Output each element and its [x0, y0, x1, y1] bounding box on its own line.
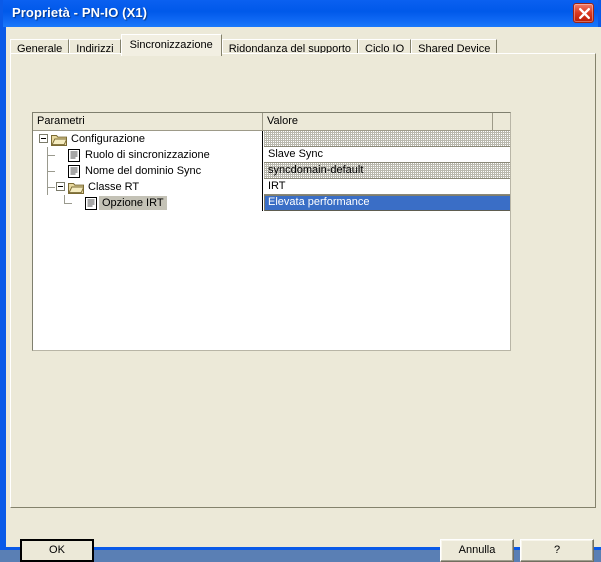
parameter-cell[interactable]: Ruolo di sincronizzazione — [33, 147, 263, 163]
value-cell[interactable]: syncdomain-default — [264, 163, 510, 179]
document-icon — [85, 197, 97, 211]
column-header-parametri[interactable]: Parametri — [33, 113, 263, 130]
parameter-cell[interactable]: Opzione IRT — [33, 195, 263, 211]
parameter-grid[interactable]: Parametri Valore Configurazione Ruolo di … — [32, 112, 511, 351]
value-cell[interactable]: IRT — [264, 179, 510, 195]
titlebar: Proprietà - PN-IO (X1) — [3, 0, 598, 27]
parameter-label[interactable]: Configurazione — [68, 132, 148, 146]
table-row[interactable]: Nome del dominio Sync syncdomain-default — [33, 163, 510, 179]
column-header-valore[interactable]: Valore — [263, 113, 493, 130]
tree-collapse-icon[interactable] — [56, 182, 65, 191]
cancel-button[interactable]: Annulla — [440, 539, 514, 562]
dialog-client-area: Generale Indirizzi Sincronizzazione Ridonda… — [6, 27, 601, 562]
parameter-label[interactable]: Opzione IRT — [99, 196, 167, 210]
table-row[interactable]: Ruolo di sincronizzazione Slave Sync — [33, 147, 510, 163]
parameter-cell[interactable]: Classe RT — [33, 179, 263, 195]
tree-connector-horizontal — [47, 155, 55, 156]
tree-collapse-icon[interactable] — [39, 134, 48, 143]
folder-open-icon — [68, 181, 85, 195]
ok-button[interactable]: OK — [20, 539, 94, 562]
folder-open-icon — [51, 133, 68, 147]
tree-connector-horizontal — [47, 171, 55, 172]
value-cell[interactable] — [264, 131, 510, 147]
help-button[interactable]: ? — [520, 539, 594, 562]
tab-strip: Generale Indirizzi Sincronizzazione Ridonda… — [10, 34, 498, 58]
tree-connector-vertical — [64, 195, 65, 203]
table-row[interactable]: Configurazione — [33, 131, 510, 147]
parameter-cell[interactable]: Nome del dominio Sync — [33, 163, 263, 179]
document-icon — [68, 149, 80, 163]
tab-page-sincronizzazione: Parametri Valore Configurazione Ruolo di … — [10, 53, 596, 508]
table-row[interactable]: Classe RT IRT — [33, 179, 510, 195]
tree-connector-horizontal — [47, 187, 55, 188]
parameter-label[interactable]: Classe RT — [85, 180, 142, 194]
parameter-label[interactable]: Nome del dominio Sync — [82, 164, 204, 178]
grid-header-row: Parametri Valore — [33, 113, 510, 131]
tree-connector-horizontal — [64, 203, 72, 204]
parameter-label[interactable]: Ruolo di sincronizzazione — [82, 148, 213, 162]
properties-dialog: Proprietà - PN-IO (X1) Generale Indirizzi… — [0, 0, 601, 562]
close-icon[interactable] — [573, 3, 594, 23]
document-icon — [68, 165, 80, 179]
value-cell[interactable]: Elevata performance — [264, 195, 510, 211]
table-row[interactable]: Opzione IRT Elevata performance — [33, 195, 510, 211]
window-title: Proprietà - PN-IO (X1) — [12, 5, 148, 20]
parameter-cell[interactable]: Configurazione — [33, 131, 263, 147]
grid-rows: Configurazione Ruolo di sincronizzazione S… — [33, 131, 510, 211]
value-cell[interactable]: Slave Sync — [264, 147, 510, 163]
column-header-filler — [493, 113, 510, 130]
tab-sincronizzazione[interactable]: Sincronizzazione — [120, 34, 222, 56]
